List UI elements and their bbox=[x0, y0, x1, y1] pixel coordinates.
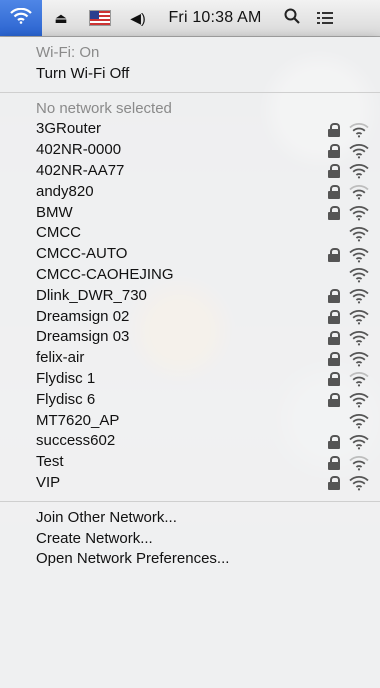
network-item[interactable]: 3GRouter bbox=[0, 119, 380, 140]
network-name: CMCC bbox=[36, 224, 81, 242]
network-item[interactable]: felix-air bbox=[0, 348, 380, 369]
lock-icon bbox=[328, 351, 340, 366]
lock-icon bbox=[328, 434, 340, 449]
wifi-signal-icon bbox=[349, 122, 369, 138]
wifi-signal-icon bbox=[349, 310, 369, 325]
lock-icon bbox=[328, 393, 340, 408]
wifi-signal-icon bbox=[349, 351, 369, 367]
wifi-signal-icon bbox=[349, 330, 369, 346]
lock-icon bbox=[328, 476, 340, 491]
eject-icon: ⏏ bbox=[54, 9, 68, 26]
menu-bar: ⏏ ◀) Fri 10:38 AM bbox=[0, 0, 380, 37]
wifi-signal-icon bbox=[349, 434, 369, 450]
lock-icon bbox=[328, 143, 340, 158]
volume-menu-extra[interactable]: ◀) bbox=[120, 0, 156, 36]
create-network-item[interactable]: Create Network... bbox=[0, 529, 380, 550]
wifi-signal-icon bbox=[349, 393, 369, 408]
lock-icon bbox=[328, 372, 340, 387]
volume-icon: ◀) bbox=[130, 9, 146, 26]
wifi-signal-icon bbox=[349, 289, 369, 304]
network-name: Dreamsign 03 bbox=[36, 328, 130, 346]
wifi-signal-icon bbox=[349, 476, 369, 491]
network-name: andy820 bbox=[36, 182, 94, 200]
network-list: 3GRouter 402NR-0000 402NR-AA77 andy820 BMW CM… bbox=[0, 119, 380, 493]
network-name: felix-air bbox=[36, 349, 85, 367]
network-name: Flydisc 6 bbox=[36, 390, 96, 408]
network-name: VIP bbox=[36, 473, 61, 491]
open-network-preferences-item[interactable]: Open Network Preferences... bbox=[0, 549, 380, 570]
wifi-signal-icon bbox=[349, 455, 369, 471]
network-name: BMW bbox=[36, 203, 73, 221]
network-item[interactable]: CMCC-CAOHEJING bbox=[0, 265, 380, 286]
network-item[interactable]: Dreamsign 03 bbox=[0, 327, 380, 348]
wifi-icon bbox=[10, 7, 32, 29]
network-name: Flydisc 1 bbox=[36, 369, 96, 387]
network-name: Dreamsign 02 bbox=[36, 307, 130, 325]
eject-menu-extra[interactable]: ⏏ bbox=[42, 0, 80, 36]
network-name: CMCC-AUTO bbox=[36, 245, 128, 263]
network-item[interactable]: Dlink_DWR_730 bbox=[0, 286, 380, 307]
wifi-signal-icon bbox=[349, 226, 369, 242]
network-name: 402NR-0000 bbox=[36, 141, 122, 159]
menu-separator bbox=[0, 500, 380, 502]
network-item[interactable]: CMCC-AUTO bbox=[0, 244, 380, 265]
menu-separator bbox=[0, 91, 380, 93]
turn-wifi-off-item[interactable]: Turn Wi-Fi Off bbox=[0, 64, 380, 85]
input-source-menu-extra[interactable] bbox=[80, 0, 120, 36]
network-item[interactable]: Flydisc 1 bbox=[0, 369, 380, 390]
lock-icon bbox=[328, 164, 340, 179]
wifi-signal-icon bbox=[349, 206, 369, 221]
network-item[interactable]: VIP bbox=[0, 473, 380, 494]
spotlight-button[interactable] bbox=[274, 0, 310, 36]
lock-icon bbox=[328, 309, 340, 324]
network-item[interactable]: Flydisc 6 bbox=[0, 390, 380, 411]
network-item[interactable]: Dreamsign 02 bbox=[0, 307, 380, 328]
lock-icon bbox=[328, 205, 340, 220]
network-name: Dlink_DWR_730 bbox=[36, 286, 147, 304]
network-item[interactable]: MT7620_AP bbox=[0, 411, 380, 432]
network-item[interactable]: BMW bbox=[0, 203, 380, 224]
lock-icon bbox=[328, 330, 340, 345]
wifi-dropdown-menu: Wi-Fi: On Turn Wi-Fi Off No network sele… bbox=[0, 37, 380, 688]
network-item[interactable]: 402NR-AA77 bbox=[0, 161, 380, 182]
join-other-network-item[interactable]: Join Other Network... bbox=[0, 508, 380, 529]
lock-icon bbox=[328, 247, 340, 262]
network-item[interactable]: 402NR-0000 bbox=[0, 140, 380, 161]
search-icon bbox=[284, 8, 300, 29]
lock-icon bbox=[328, 122, 340, 137]
lock-icon bbox=[328, 289, 340, 304]
network-name: CMCC-CAOHEJING bbox=[36, 265, 174, 283]
notification-center-button[interactable] bbox=[310, 0, 340, 36]
wifi-status: Wi-Fi: On bbox=[36, 44, 100, 61]
network-name: success602 bbox=[36, 432, 116, 450]
flag-icon bbox=[89, 10, 111, 26]
wifi-signal-icon bbox=[349, 143, 369, 159]
network-name: 402NR-AA77 bbox=[36, 161, 125, 179]
menu-clock[interactable]: Fri 10:38 AM bbox=[156, 0, 274, 36]
network-item[interactable]: Test bbox=[0, 452, 380, 473]
no-network-label: No network selected bbox=[36, 99, 172, 117]
wifi-signal-icon bbox=[349, 247, 369, 263]
wifi-signal-icon bbox=[349, 413, 369, 429]
list-icon bbox=[317, 11, 333, 25]
network-item[interactable]: CMCC bbox=[0, 223, 380, 244]
wifi-signal-icon bbox=[349, 372, 369, 387]
lock-icon bbox=[328, 185, 340, 200]
network-item[interactable]: success602 bbox=[0, 431, 380, 452]
network-name: MT7620_AP bbox=[36, 411, 120, 429]
wifi-signal-icon bbox=[349, 268, 369, 283]
wifi-signal-icon bbox=[349, 185, 369, 200]
wifi-menu-extra[interactable] bbox=[0, 0, 42, 36]
lock-icon bbox=[328, 455, 340, 470]
network-name: 3GRouter bbox=[36, 120, 102, 138]
network-item[interactable]: andy820 bbox=[0, 182, 380, 203]
network-name: Test bbox=[36, 453, 64, 471]
wifi-signal-icon bbox=[349, 164, 369, 179]
